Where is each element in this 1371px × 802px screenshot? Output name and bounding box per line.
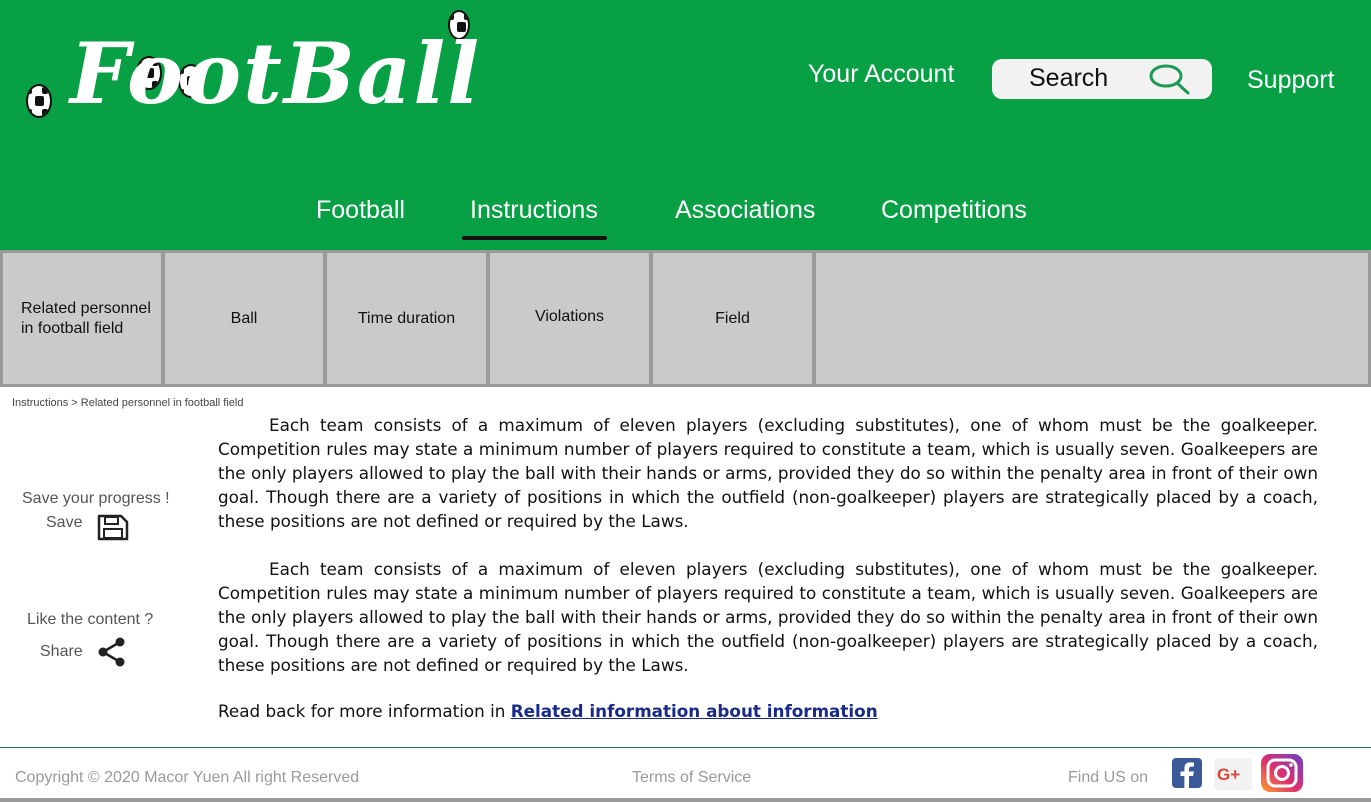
breadcrumb: Instructions > Related personnel in foot… — [12, 397, 244, 409]
save-icon[interactable] — [97, 514, 129, 541]
share-icon[interactable] — [96, 636, 128, 668]
google-plus-icon[interactable]: G+ — [1214, 758, 1252, 790]
find-us-label: Find US on — [1068, 769, 1149, 786]
copyright-text: Copyright © 2020 Macor Yuen All right Re… — [15, 769, 360, 786]
instagram-icon[interactable] — [1261, 754, 1303, 792]
read-back-line: Read back for more information in Relate… — [218, 701, 878, 721]
subtab-empty — [816, 253, 1368, 384]
subtab-violations[interactable]: Violations — [490, 253, 649, 384]
tab-football[interactable]: Football — [316, 196, 405, 225]
read-back-text: Read back for more information in — [218, 701, 511, 721]
related-info-link[interactable]: Related information about information — [511, 701, 878, 721]
site-logo[interactable]: FootBall — [12, 8, 482, 128]
facebook-icon[interactable] — [1172, 758, 1202, 788]
tab-competitions[interactable]: Competitions — [881, 196, 1027, 225]
subtab-ball[interactable]: Ball — [165, 253, 323, 384]
save-label[interactable]: Save — [46, 514, 82, 532]
article-paragraph: Each team consists of a maximum of eleve… — [218, 559, 1318, 675]
tab-associations[interactable]: Associations — [675, 196, 815, 225]
subtab-label: Violations — [534, 307, 605, 325]
logo-text: FootBall — [70, 24, 482, 123]
article-paragraph: Each team consists of a maximum of eleve… — [218, 415, 1318, 531]
subtab-time-duration[interactable]: Time duration — [327, 253, 486, 384]
share-label[interactable]: Share — [40, 643, 83, 661]
article-body: Each team consists of a maximum of eleve… — [218, 413, 1318, 701]
footer-divider — [0, 747, 1371, 748]
search-label: Search — [1029, 64, 1109, 92]
subtab-field[interactable]: Field — [653, 253, 812, 384]
search-icon[interactable] — [1146, 63, 1194, 97]
subtab-label: Field — [715, 309, 750, 327]
subtab-bar: Related personnel in football field Ball… — [0, 250, 1371, 387]
subtab-label: Ball — [230, 309, 258, 327]
soccer-ball-icon — [26, 84, 52, 118]
search-bar[interactable]: Search — [992, 59, 1212, 99]
tab-instructions[interactable]: Instructions — [470, 196, 598, 225]
terms-of-service-link[interactable]: Terms of Service — [632, 769, 751, 787]
share-prompt: Like the content ? — [27, 611, 154, 628]
save-prompt: Save your progress ! — [22, 490, 170, 507]
footer-bottom-bar — [0, 798, 1371, 802]
subtab-label: Time duration — [357, 309, 456, 327]
site-header: FootBall Your Account Search Support Foo… — [0, 0, 1371, 250]
your-account-link[interactable]: Your Account — [808, 60, 954, 89]
subtab-label: Related personnel in football field — [21, 299, 151, 337]
active-tab-indicator — [462, 236, 607, 240]
subtab-related-personnel[interactable]: Related personnel in football field — [3, 253, 161, 384]
svg-text:G+: G+ — [1217, 765, 1240, 784]
support-link[interactable]: Support — [1247, 66, 1335, 95]
